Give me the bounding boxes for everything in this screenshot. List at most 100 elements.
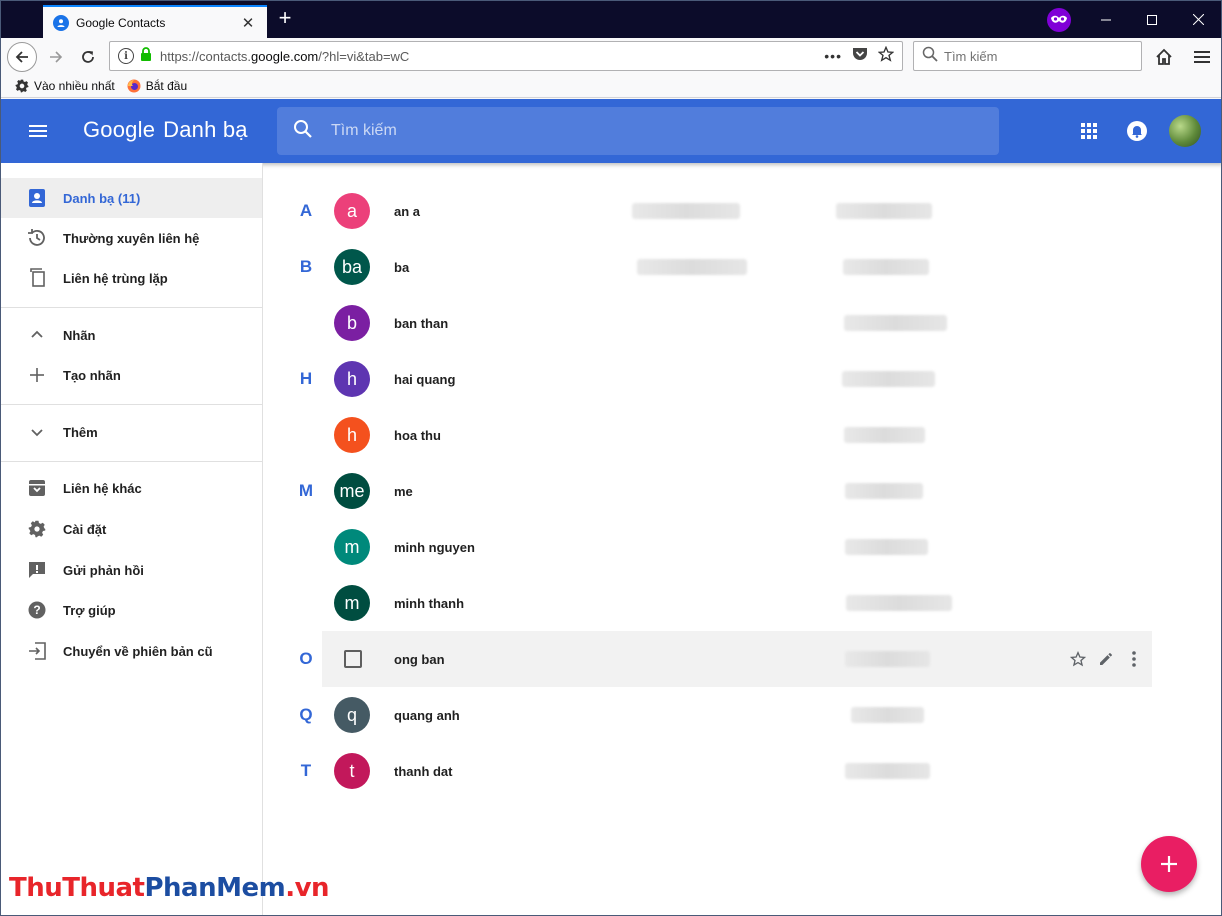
contact-name: thanh dat [394,763,453,779]
notifications-bell-icon[interactable] [1125,119,1149,143]
contact-avatar[interactable]: m [334,529,370,565]
contact-avatar[interactable]: m [334,585,370,621]
maximize-button[interactable] [1129,1,1175,38]
lock-icon[interactable] [140,46,152,66]
duplicate-icon [27,268,47,288]
tab-strip: Google Contacts ✕ + [1,1,1221,38]
contact-avatar[interactable]: ba [334,249,370,285]
reload-button[interactable] [73,42,103,72]
contact-row[interactable]: Q q quang anh [299,687,1152,743]
sidebar-item-frequent[interactable]: Thường xuyên liên hệ [1,218,262,258]
section-letter [292,575,320,631]
select-checkbox[interactable] [344,650,362,668]
sidebar: Danh bạ (11) Thường xuyên liên hệ Liên h… [1,163,263,915]
search-icon [293,119,313,144]
edit-pencil-icon[interactable] [1098,647,1114,671]
sidebar-item-other-contacts[interactable]: Liên hệ khác [1,468,262,508]
account-avatar[interactable] [1169,115,1201,147]
redacted-phone [845,651,930,667]
redacted-phone [845,539,928,555]
contact-name: ban than [394,315,449,331]
pocket-icon[interactable] [852,47,868,66]
info-icon[interactable]: i [118,48,134,64]
gear-icon [15,79,29,93]
bookmark-getting-started[interactable]: Bắt đầu [127,79,187,93]
bookmark-star-icon[interactable] [877,45,895,67]
contact-row[interactable]: m minh nguyen [322,519,1152,575]
contact-avatar[interactable]: h [334,361,370,397]
contact-row[interactable]: A a an a [300,183,1152,239]
section-letter: Q [299,705,313,724]
sidebar-item-create-label[interactable]: Tạo nhãn [1,355,262,395]
contact-row[interactable]: h hoa thu [322,407,1152,463]
sidebar-item-more[interactable]: Thêm [1,412,262,452]
browser-search-input[interactable]: Tìm kiếm [913,41,1142,71]
contact-row[interactable]: B ba ba [300,239,1152,295]
close-window-button[interactable] [1175,1,1221,38]
contact-avatar[interactable]: t [334,753,370,789]
url-text[interactable]: https://contacts.google.com/?hl=vi&tab=w… [160,49,824,64]
redacted-phone [845,483,923,499]
contact-avatar[interactable]: me [334,473,370,509]
sidebar-divider [1,307,262,308]
contact-row[interactable]: T t thanh dat [301,743,1152,799]
section-letter [292,519,320,575]
exit-icon [27,641,47,661]
sidebar-divider [1,404,262,405]
contact-avatar[interactable]: q [334,697,370,733]
contact-avatar[interactable]: b [334,305,370,341]
back-button[interactable] [7,42,37,72]
sidebar-item-duplicates[interactable]: Liên hệ trùng lặp [1,258,262,298]
url-bar[interactable]: i https://contacts.google.com/?hl=vi&tab… [109,41,903,71]
main-menu-icon[interactable] [25,119,49,143]
contact-row[interactable]: m minh thanh [322,575,1152,631]
sidebar-item-labels[interactable]: Nhãn [1,315,262,355]
search-icon [922,46,938,67]
contacts-icon [27,188,47,208]
contact-avatar[interactable]: h [334,417,370,453]
sidebar-item-classic[interactable]: Chuyển về phiên bản cũ [1,631,262,671]
browser-tab[interactable]: Google Contacts ✕ [43,5,267,38]
app-logo[interactable]: Google Danh bạ [83,117,248,143]
contact-name: minh thanh [394,595,465,611]
add-contact-button[interactable] [1141,836,1197,892]
contact-name: hai quang [394,371,456,387]
contact-name: ba [394,259,410,275]
forward-button[interactable] [41,42,71,72]
section-letter [292,407,320,463]
redacted-phone [844,315,947,331]
contact-avatar[interactable]: a [334,193,370,229]
help-icon: ? [27,600,47,620]
sidebar-item-help[interactable]: ? Trợ giúp [1,590,262,630]
minimize-button[interactable] [1083,1,1129,38]
section-letter: T [300,761,312,780]
star-icon[interactable] [1070,647,1086,671]
section-letter: O [299,649,313,668]
contact-row[interactable]: b ban than [322,295,1152,351]
contact-name: hoa thu [394,427,441,443]
home-button[interactable] [1149,42,1179,72]
contact-row[interactable]: H h hai quang [300,351,1152,407]
section-letter [292,295,320,351]
bookmark-most-visited[interactable]: Vào nhiều nhất [15,79,115,93]
sidebar-item-feedback[interactable]: Gửi phản hồi [1,550,262,590]
more-vertical-icon[interactable] [1126,647,1142,671]
apps-grid-icon[interactable] [1077,119,1101,143]
contacts-search-input[interactable]: Tìm kiếm [277,107,999,155]
new-tab-button[interactable]: + [273,7,297,31]
private-browsing-icon [1047,8,1071,32]
redacted-phone [836,203,932,219]
sidebar-item-settings[interactable]: Cài đặt [1,509,262,549]
tab-title: Google Contacts [76,15,166,30]
sidebar-divider [1,461,262,462]
page-actions-icon[interactable]: ••• [824,48,842,64]
browser-window: Google Contacts ✕ + i https://contacts.g… [0,0,1222,916]
contact-row[interactable]: O ong ban [299,631,1152,687]
sidebar-item-contacts[interactable]: Danh bạ (11) [1,178,262,218]
firefox-icon [127,79,141,93]
contact-row[interactable]: M me me [299,463,1152,519]
tab-close-icon[interactable]: ✕ [239,14,257,32]
contact-name: an a [394,203,421,219]
menu-button[interactable] [1187,42,1217,72]
redacted-email [637,259,747,275]
